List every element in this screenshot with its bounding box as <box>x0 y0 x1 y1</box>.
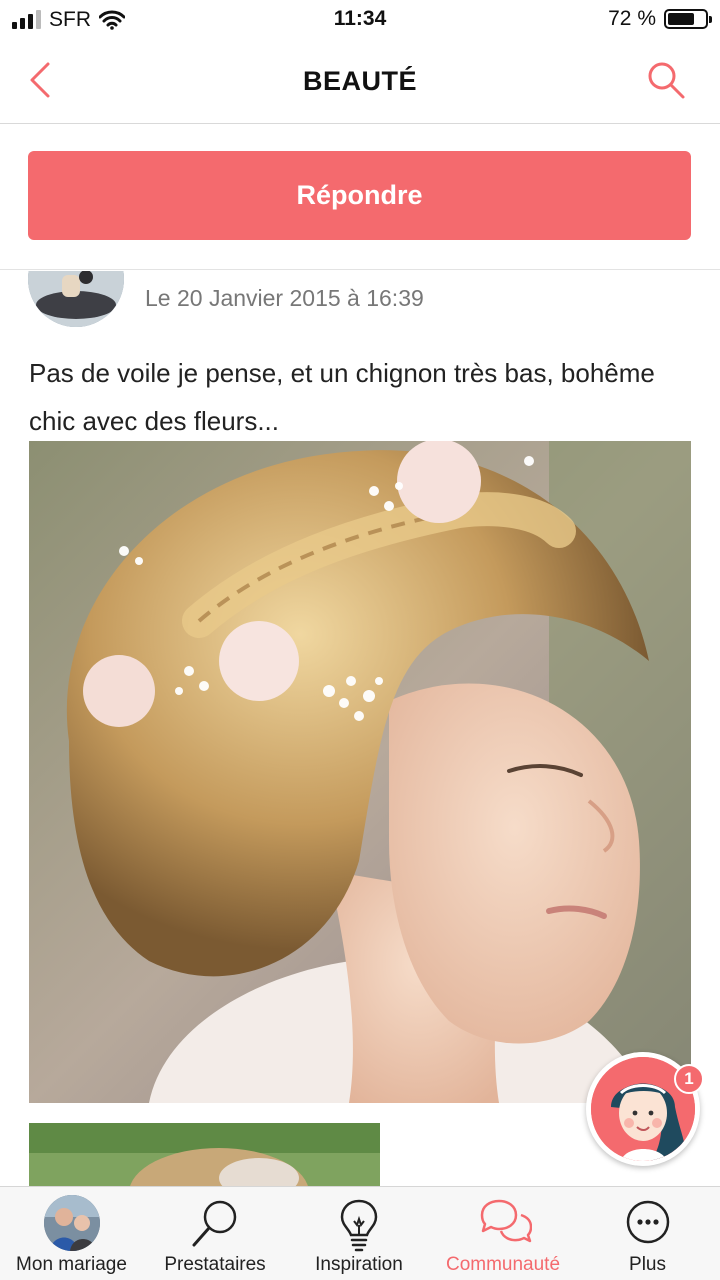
post-text: Pas de voile je pense, et un chignon trè… <box>29 358 655 436</box>
more-icon <box>626 1200 669 1244</box>
post: Le 20 Janvier 2015 à 16:39 Pas de voile … <box>0 271 720 1186</box>
status-bar: SFR 11:34 72 % <box>0 0 720 40</box>
tab-label: Plus <box>629 1254 666 1275</box>
status-right: 72 % <box>608 7 712 31</box>
tab-label: Mon mariage <box>16 1254 127 1275</box>
tab-label: Prestataires <box>164 1254 266 1275</box>
page-title: BEAUTÉ <box>302 66 417 96</box>
tab-label: Communauté <box>445 1254 561 1275</box>
notification-badge: 1 <box>674 1064 704 1094</box>
search-icon <box>192 1200 237 1247</box>
tab-label: Inspiration <box>315 1254 403 1275</box>
avatar <box>43 1195 100 1251</box>
chat-bubbles-icon <box>480 1199 532 1243</box>
tab-bar: Mon mariage Prestataires Inspiration Com… <box>0 1186 720 1280</box>
post-date: Le 20 Janvier 2015 à 16:39 <box>145 285 424 311</box>
tab-mon-mariage[interactable]: Mon mariage <box>0 1187 143 1280</box>
tab-prestataires[interactable]: Prestataires <box>143 1187 287 1280</box>
nav-header: BEAUTÉ <box>0 40 720 124</box>
tab-communaute[interactable]: Communauté <box>431 1187 575 1280</box>
reply-button[interactable]: Répondre <box>28 151 691 240</box>
reply-area: Répondre <box>0 124 720 270</box>
photo-second-hairstyle <box>29 1123 380 1186</box>
search-icon[interactable] <box>646 60 686 100</box>
lightbulb-icon <box>340 1199 378 1252</box>
post-image-bridal-hairstyle[interactable] <box>29 441 691 1103</box>
tab-plus[interactable]: Plus <box>575 1187 720 1280</box>
photo-bride-chignon <box>29 441 691 1103</box>
battery-icon <box>664 9 712 29</box>
tab-inspiration[interactable]: Inspiration <box>287 1187 431 1280</box>
battery-level <box>668 13 694 25</box>
battery-percent: 72 % <box>608 7 656 30</box>
post-author-avatar[interactable] <box>28 271 124 327</box>
user-avatar-photo <box>43 1195 100 1251</box>
post-image-second[interactable] <box>29 1123 380 1186</box>
avatar-image <box>28 271 124 327</box>
